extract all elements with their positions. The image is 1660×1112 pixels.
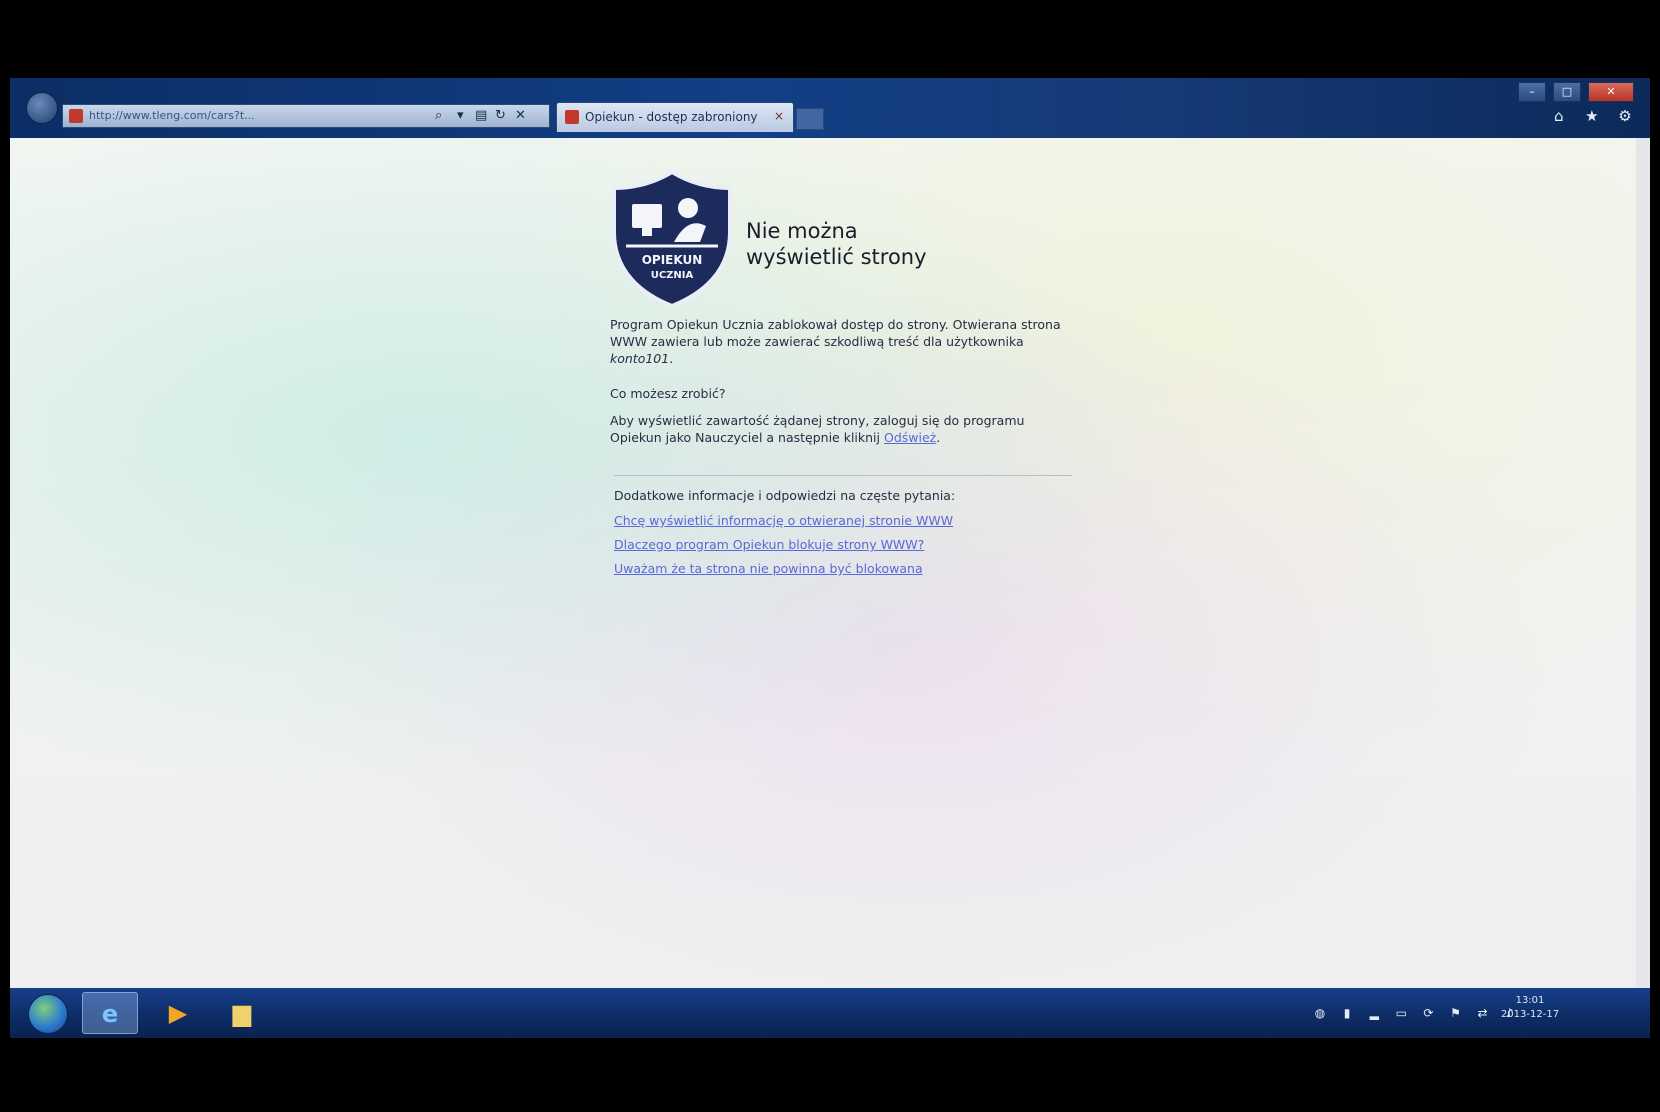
page-title: Nie można wyświetlić strony [746, 218, 1006, 270]
shield-text-line2: UCZNIA [651, 270, 694, 281]
instructions-text: Aby wyświetlić zawartość żądanej strony,… [610, 413, 1025, 445]
divider [614, 475, 1072, 476]
site-favicon-icon [69, 109, 83, 123]
blocked-user-name: konto101 [610, 351, 670, 366]
faq-section: Dodatkowe informacje i odpowiedzi na czę… [614, 487, 1074, 584]
browser-titlebar: http://www.tleng.com/cars?t... ⌕ ▾ ▤ ↻ ✕… [10, 78, 1650, 138]
refresh-icon[interactable]: ↻ [495, 107, 506, 125]
home-icon[interactable]: ⌂ [1548, 106, 1570, 126]
action-center-flag-icon[interactable]: ⚑ [1447, 1004, 1463, 1022]
back-button[interactable] [26, 92, 58, 124]
faq-link-site-info[interactable]: Chcę wyświetlić informację o otwieranej … [614, 512, 1074, 529]
settings-gear-icon[interactable]: ⚙ [1614, 106, 1636, 126]
maximize-button[interactable]: □ [1552, 82, 1581, 102]
monitor-screen: http://www.tleng.com/cars?t... ⌕ ▾ ▤ ↻ ✕… [10, 78, 1650, 1038]
minimize-button[interactable]: – [1517, 82, 1546, 102]
shield-text-line1: OPIEKUN [642, 253, 703, 267]
refresh-link[interactable]: Odśwież [884, 430, 936, 445]
start-button[interactable] [28, 994, 68, 1034]
page-scrollbar[interactable] [1636, 138, 1650, 988]
faq-link-why-blocked[interactable]: Dlaczego program Opiekun blokuje strony … [614, 536, 1074, 553]
blocked-page: OPIEKUN UCZNIA Nie można wyświetlić stro… [10, 138, 1650, 988]
internet-explorer-icon[interactable]: e [82, 992, 138, 1034]
tray-app-icon[interactable]: ◍ [1312, 1004, 1328, 1022]
taskbar-clock[interactable]: 13:01 2013-12-17 [1490, 994, 1570, 1032]
instructions-paragraph: Aby wyświetlić zawartość żądanej strony,… [610, 412, 1080, 446]
close-window-button[interactable]: ✕ [1588, 82, 1634, 102]
browser-toolbar-icons: ⌂ ★ ⚙ [1542, 106, 1636, 126]
block-reason-end: . [669, 351, 674, 366]
blocked-message: Program Opiekun Ucznia zablokował dostęp… [610, 316, 1080, 446]
stop-icon[interactable]: ✕ [515, 107, 526, 125]
tab-favicon-icon [565, 110, 579, 124]
tab-close-icon[interactable]: × [771, 108, 787, 124]
address-url[interactable]: http://www.tleng.com/cars?t... [89, 109, 429, 123]
opiekun-ucznia-shield-logo: OPIEKUN UCZNIA [612, 169, 732, 308]
clock-date: 2013-12-17 [1500, 1009, 1560, 1020]
window-controls: – □ ✕ [1516, 80, 1634, 102]
instructions-end: . [936, 430, 941, 445]
favorites-star-icon[interactable]: ★ [1581, 106, 1603, 126]
tab-label: Opiekun - dostęp zabroniony [585, 110, 758, 124]
tray-monitor-icon[interactable]: ▭ [1393, 1004, 1409, 1022]
tray-security-icon[interactable]: ▮ [1339, 1004, 1355, 1022]
block-reason-text: Program Opiekun Ucznia zablokował dostęp… [610, 317, 1061, 349]
new-tab-button[interactable] [796, 108, 824, 130]
page-title-line1: Nie można [746, 219, 858, 243]
dropdown-icon[interactable]: ▾ [457, 107, 464, 125]
search-icon[interactable]: ⌕ [435, 107, 442, 125]
media-player-icon[interactable]: ▶ [150, 992, 206, 1034]
what-can-you-do-text: Co możesz zrobić? [610, 386, 726, 401]
tray-sync-icon[interactable]: ⇄ [1475, 1004, 1491, 1022]
file-explorer-icon[interactable]: ▆ [214, 992, 270, 1034]
faq-link-report-unblock[interactable]: Uważam że ta strona nie powinna być blok… [614, 560, 1074, 577]
tray-update-icon[interactable]: ⟳ [1420, 1004, 1436, 1022]
clock-time: 13:01 [1515, 995, 1545, 1006]
address-bar[interactable]: http://www.tleng.com/cars?t... ⌕ ▾ ▤ ↻ ✕ [62, 104, 550, 128]
compat-view-icon[interactable]: ▤ [475, 107, 487, 125]
windows-taskbar: e ▶ ▆ ◍ ▮ ▂ ▭ ⟳ ⚑ ⇄ ♪ 13:01 2013-12-17 [10, 988, 1650, 1038]
tab-opiekun[interactable]: Opiekun - dostęp zabroniony × [556, 102, 794, 132]
page-title-line2: wyświetlić strony [746, 245, 927, 269]
faq-heading: Dodatkowe informacje i odpowiedzi na czę… [614, 488, 956, 503]
block-reason-paragraph: Program Opiekun Ucznia zablokował dostęp… [610, 316, 1080, 367]
tray-network-icon[interactable]: ▂ [1366, 1004, 1382, 1022]
